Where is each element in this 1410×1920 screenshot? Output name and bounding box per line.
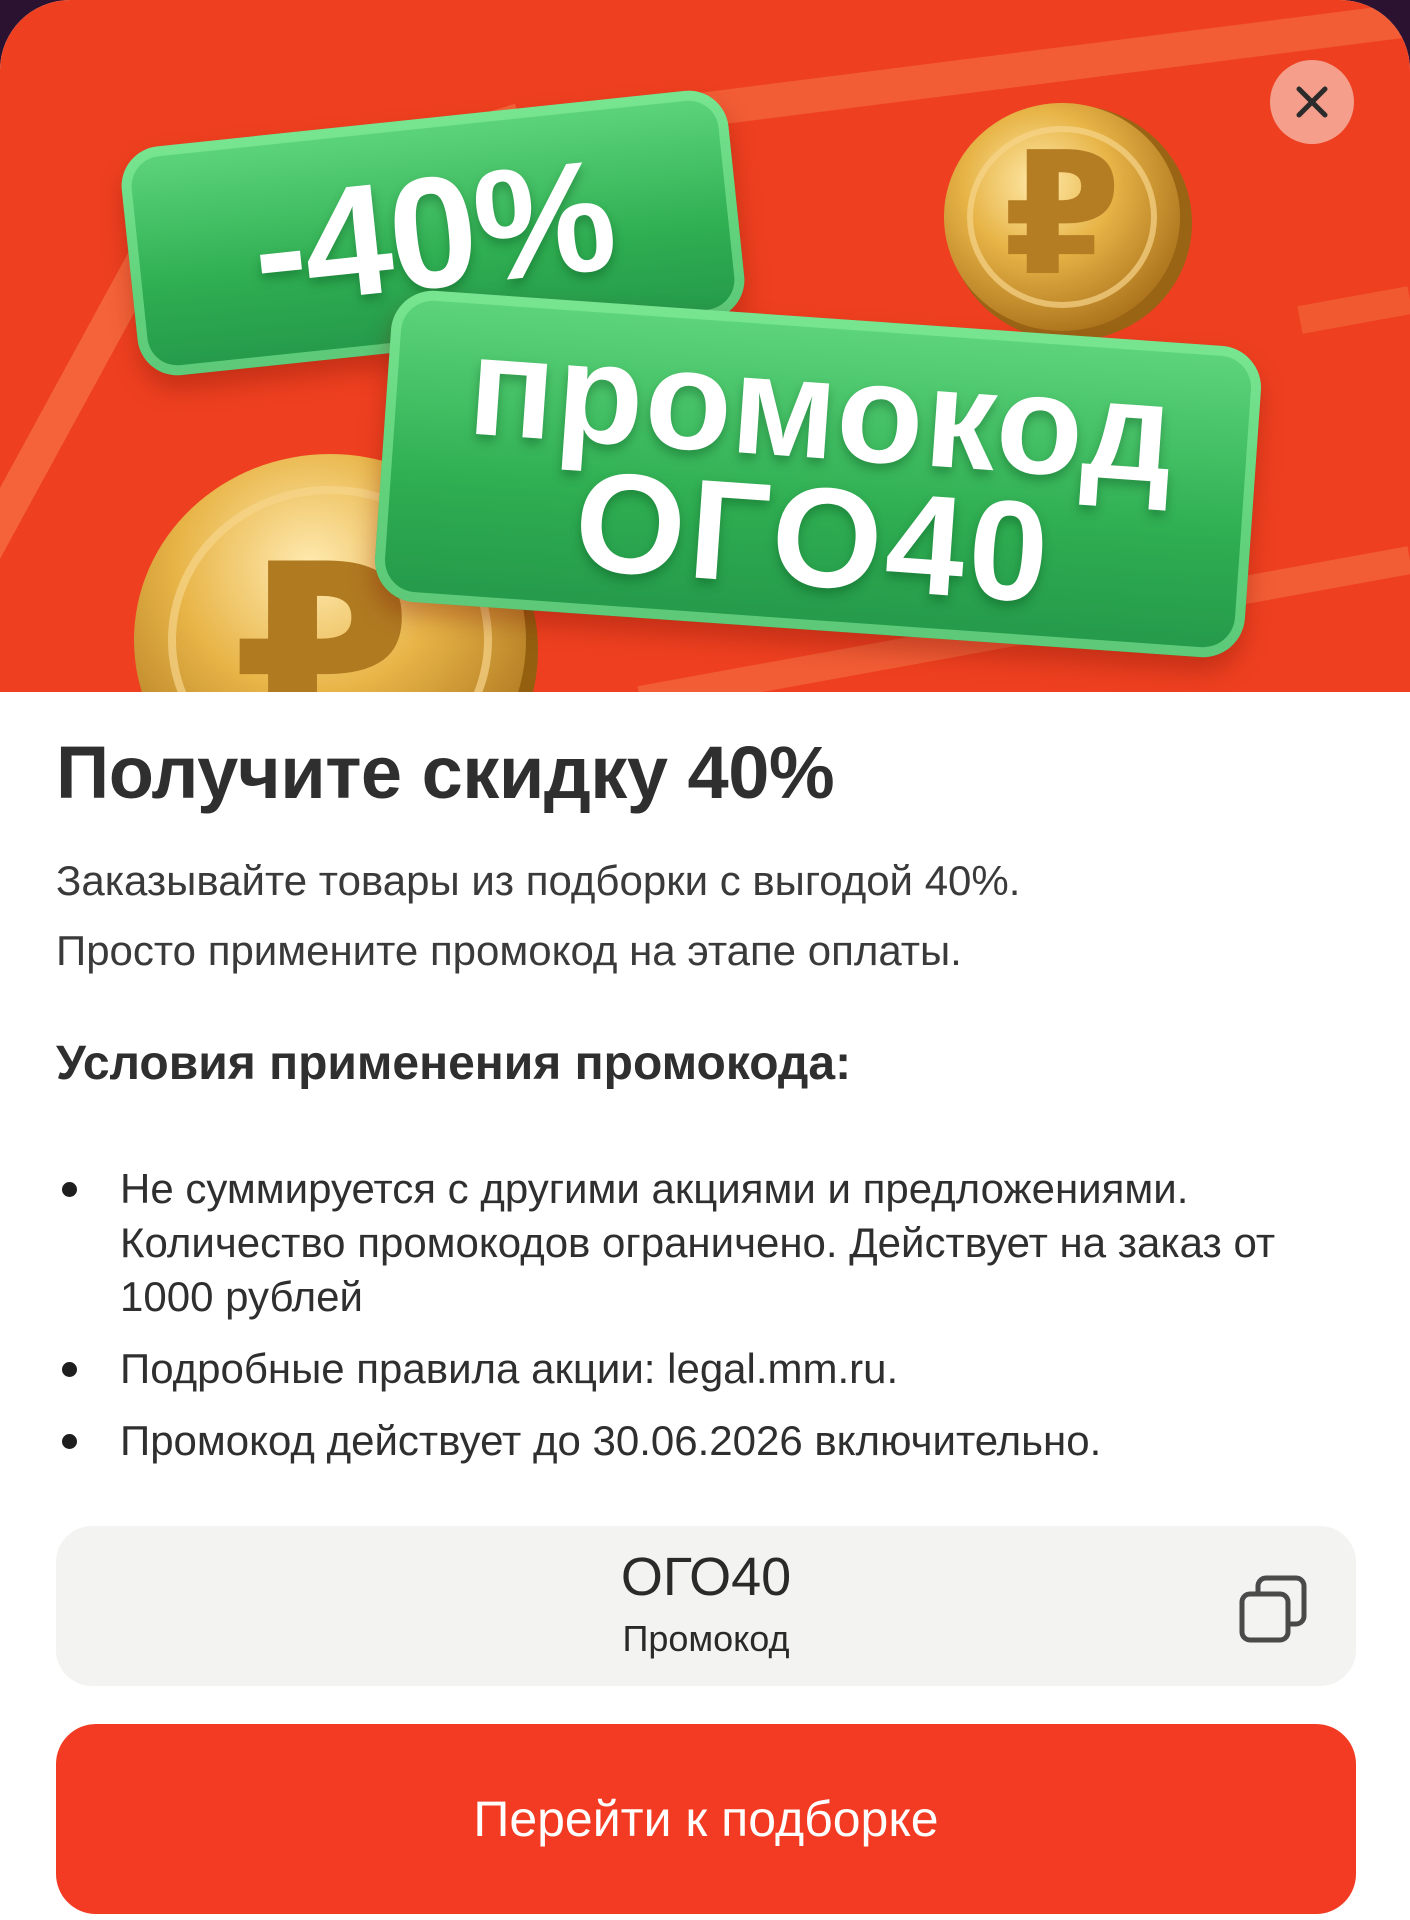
condition-text: Подробные правила акции: legal.mm.ru. [120, 1345, 899, 1392]
conditions-title: Условия применения промокода: [56, 1037, 852, 1090]
svg-text:₽: ₽ [1003, 116, 1121, 314]
condition-text: Не суммируется с другими акциями и предл… [120, 1165, 1276, 1320]
page-title: Получите скидку 40% [56, 731, 835, 814]
condition-item: Подробные правила акции: legal.mm.ru. [56, 1342, 1356, 1396]
promo-description: Заказывайте товары из подборки с выгодой… [56, 846, 1356, 986]
condition-item: Не суммируется с другими акциями и предл… [56, 1162, 1356, 1324]
condition-text: Промокод действует до 30.06.2026 включит… [120, 1417, 1102, 1464]
conditions-list: Не суммируется с другими акциями и предл… [56, 1162, 1356, 1468]
go-to-collection-label: Перейти к подборке [473, 1791, 939, 1847]
bullet-icon [62, 1434, 77, 1449]
bullet-icon [62, 1182, 77, 1197]
ruble-coin-icon: ₽ [944, 103, 1192, 341]
promo-code-value: ОГО40 [620, 1547, 792, 1607]
bullet-icon [62, 1362, 77, 1377]
condition-item: Промокод действует до 30.06.2026 включит… [56, 1414, 1356, 1468]
description-line: Просто примените промокод на этапе оплат… [56, 927, 962, 974]
promo-bottom-sheet: ₽ ₽ -40% промокод ОГО40 Получите скидку … [0, 0, 1410, 1920]
close-button[interactable] [1270, 60, 1354, 144]
go-to-collection-button[interactable]: Перейти к подборке [56, 1724, 1356, 1914]
promo-code-badge: промокод ОГО40 [372, 287, 1264, 661]
promo-banner: ₽ ₽ -40% промокод ОГО40 [0, 0, 1410, 692]
copy-icon [1239, 1575, 1307, 1643]
promo-code-label: Промокод [622, 1618, 790, 1659]
copy-button[interactable] [1236, 1572, 1310, 1646]
description-line: Заказывайте товары из подборки с выгодой… [56, 857, 1021, 904]
close-icon [1296, 86, 1328, 118]
promo-badge-line2: ОГО40 [569, 441, 1058, 634]
promo-code-field[interactable]: ОГО40 Промокод [56, 1526, 1356, 1686]
